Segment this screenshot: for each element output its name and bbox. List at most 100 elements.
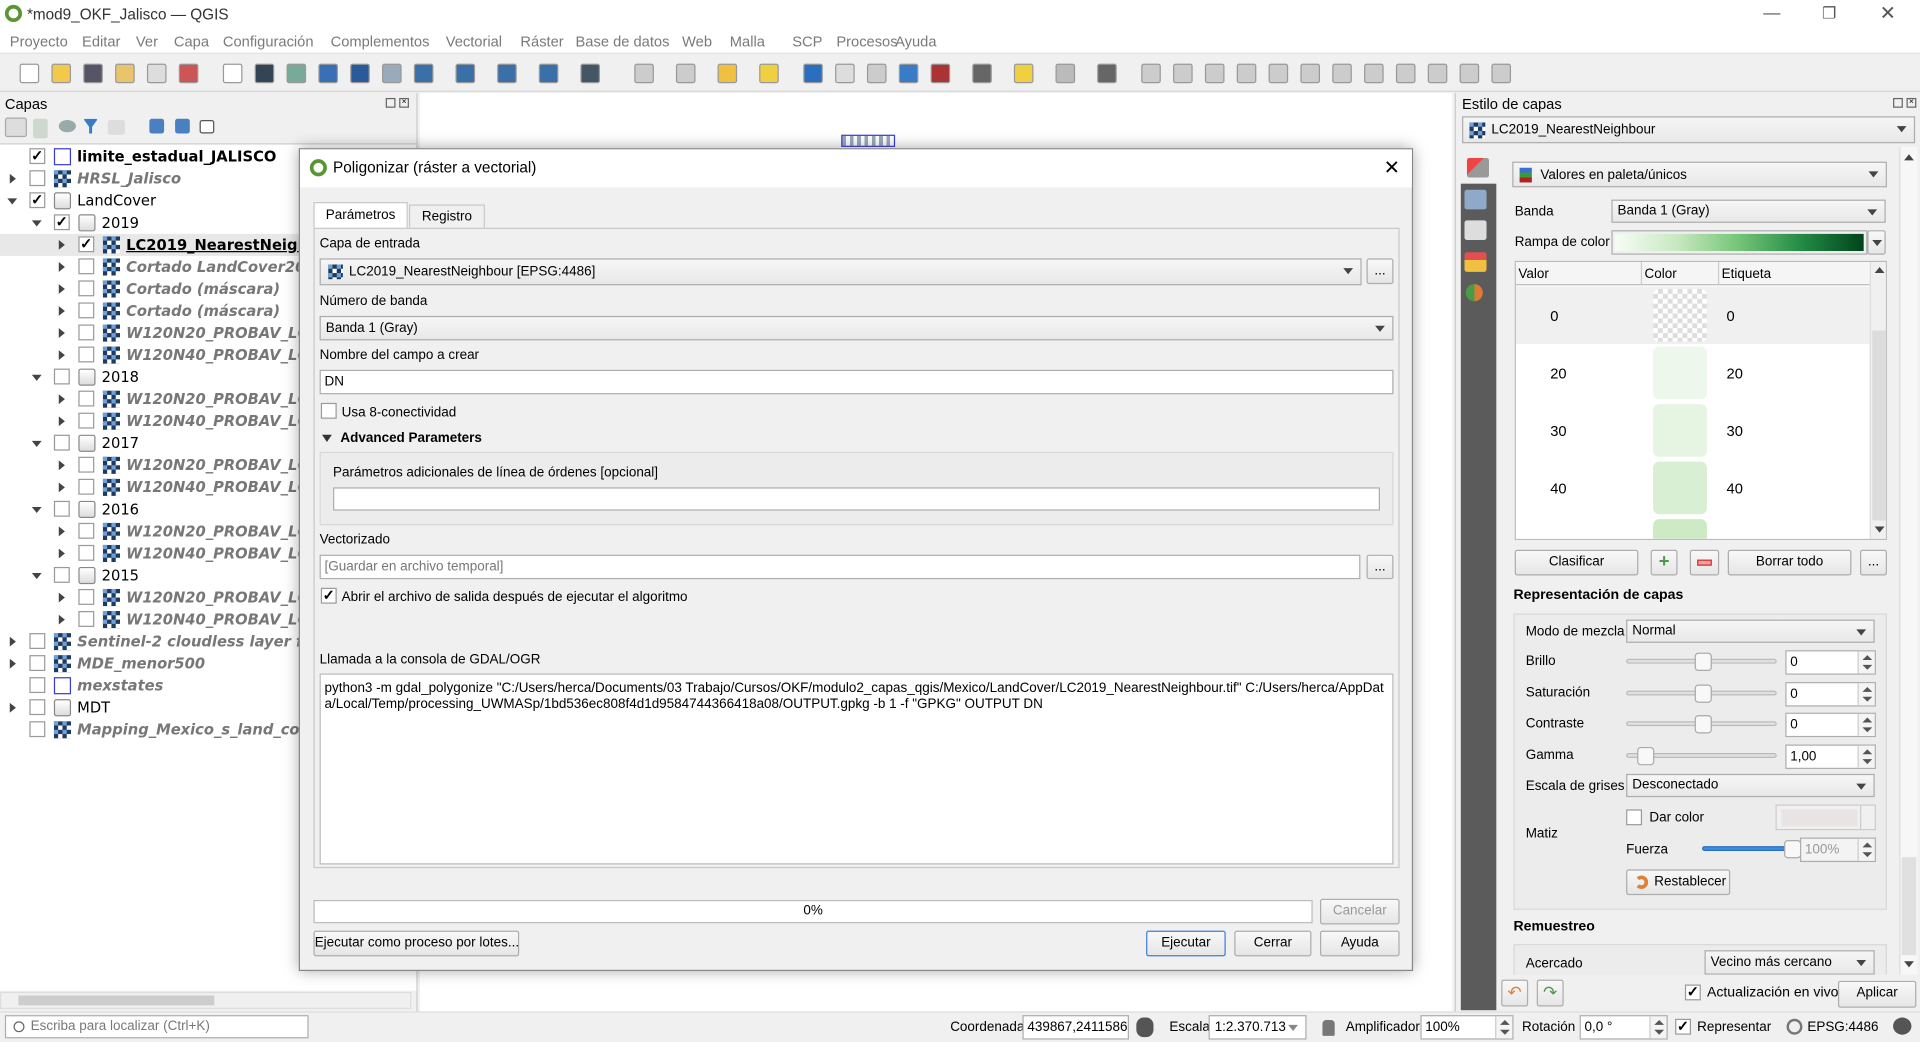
palette-table-scrollbar[interactable] [1869, 262, 1886, 539]
table-icon[interactable] [835, 63, 855, 84]
delete-icon[interactable] [1332, 63, 1352, 84]
layer-visibility-checkbox[interactable]: ✓ [78, 236, 95, 253]
histogram-icon[interactable] [1464, 220, 1487, 241]
apply-button[interactable]: Aplicar [1837, 980, 1917, 1008]
redo-icon[interactable] [1491, 63, 1512, 84]
new-project-icon[interactable] [19, 63, 40, 84]
layer-visibility-checkbox[interactable] [78, 280, 95, 297]
palette-color-swatch[interactable] [1653, 461, 1707, 515]
remove-value-button[interactable] [1689, 549, 1720, 576]
add-value-button[interactable]: + [1650, 549, 1678, 576]
palette-color-swatch[interactable] [1653, 346, 1707, 400]
pencil-icon[interactable] [1173, 63, 1193, 84]
new-raster-layer-icon[interactable] [254, 63, 275, 84]
layer-visibility-checkbox[interactable] [78, 258, 95, 275]
identify-icon[interactable] [803, 63, 823, 84]
blend-mode-combo[interactable]: Normal [1626, 619, 1875, 643]
cut-icon[interactable] [1364, 63, 1384, 84]
undo-icon[interactable] [1459, 63, 1480, 84]
brightness-slider[interactable] [1626, 652, 1777, 672]
collapse-arrow-icon[interactable] [31, 440, 42, 447]
contrast-slider[interactable] [1626, 715, 1777, 734]
palette-color-swatch[interactable] [1653, 404, 1707, 457]
mouse-coordinate-toggle-icon[interactable] [1136, 1017, 1154, 1038]
layer-visibility-checkbox[interactable] [29, 677, 46, 694]
crs-globe-icon[interactable] [1786, 1018, 1803, 1035]
colorize-color-button[interactable] [1775, 804, 1876, 831]
live-update-checkbox[interactable]: ✓ [1684, 984, 1701, 1001]
run-button[interactable]: Ejecutar [1146, 930, 1226, 957]
expand-all-icon[interactable] [149, 118, 165, 134]
raster-calc-icon[interactable] [580, 63, 601, 84]
open-output-checkbox[interactable]: ✓ [320, 587, 337, 604]
color-ramp-dropdown[interactable] [1867, 230, 1886, 255]
menu-2[interactable]: Ver [136, 33, 158, 50]
contrast-spinbox[interactable]: 0 [1785, 712, 1876, 738]
add-feature-icon[interactable] [1236, 63, 1257, 84]
digitize-icon[interactable] [350, 63, 370, 84]
layer-visibility-checkbox[interactable]: ✓ [53, 214, 70, 231]
layer-styling-icon[interactable] [4, 117, 27, 138]
output-browse-button[interactable]: ... [1366, 554, 1394, 580]
collapse-arrow-icon[interactable] [31, 374, 42, 381]
input-layer-combo[interactable]: LC2019_NearestNeighbour [EPSG:4486] [319, 258, 1362, 286]
tab-parametros[interactable]: Parámetros [313, 202, 408, 229]
expand-arrow-icon[interactable] [9, 173, 16, 184]
copy-icon[interactable] [1395, 63, 1416, 84]
gamma-spinbox[interactable]: 1,00 [1785, 743, 1876, 769]
palette-row[interactable]: 20 20 [1515, 344, 1870, 402]
expand-arrow-icon[interactable] [58, 328, 65, 338]
help-button[interactable]: Ayuda [1320, 930, 1400, 957]
band-number-combo[interactable]: Banda 1 (Gray) [319, 315, 1394, 341]
layer-visibility-checkbox[interactable] [78, 588, 95, 605]
move-feature-icon[interactable] [1268, 63, 1289, 84]
layer-visibility-checkbox[interactable] [78, 390, 95, 407]
layer-visibility-checkbox[interactable] [53, 434, 70, 451]
collapse-arrow-icon[interactable] [31, 220, 42, 227]
palette-row[interactable]: 30 30 [1515, 401, 1870, 460]
expand-arrow-icon[interactable] [58, 548, 65, 559]
restore-button[interactable]: ❐ [1822, 4, 1836, 24]
expand-arrow-icon[interactable] [58, 262, 65, 272]
close-button[interactable]: Cerrar [1234, 930, 1312, 957]
strength-spinbox[interactable]: 100% [1800, 837, 1876, 863]
expand-arrow-icon[interactable] [58, 614, 65, 625]
layer-visibility-checkbox[interactable] [78, 456, 95, 473]
expand-arrow-icon[interactable] [58, 350, 65, 361]
layer-visibility-checkbox[interactable]: ✓ [29, 192, 46, 209]
classify-button[interactable]: Clasificar [1514, 549, 1639, 576]
menu-1[interactable]: Editar [82, 33, 120, 50]
slider-handle[interactable] [1694, 715, 1712, 734]
expand-arrow-icon[interactable] [58, 592, 65, 603]
extra-params-input[interactable] [333, 487, 1381, 511]
coordinate-input[interactable]: 439867,2411586 [1022, 1015, 1129, 1040]
layer-visibility-checkbox[interactable] [78, 611, 95, 627]
redo-style-button[interactable]: ↷ [1536, 979, 1564, 1007]
renderer-type-combo[interactable]: Valores en paleta/únicos [1512, 161, 1887, 188]
field-name-input[interactable]: DN [319, 369, 1394, 395]
layer-visibility-checkbox[interactable] [29, 721, 46, 738]
palette-row[interactable]: 40 40 [1515, 459, 1870, 517]
layer-visibility-checkbox[interactable] [78, 324, 95, 341]
expand-arrow-icon[interactable] [58, 240, 65, 250]
layer-selector-combo[interactable]: LC2019_NearestNeighbour [1462, 116, 1916, 144]
expand-arrow-icon[interactable] [58, 284, 65, 294]
postgis-icon[interactable] [413, 63, 434, 84]
layer-visibility-checkbox[interactable] [78, 346, 95, 363]
layer-visibility-checkbox[interactable] [29, 699, 46, 716]
render-checkbox[interactable]: ✓ [1675, 1018, 1692, 1035]
zoomed-in-combo[interactable]: Vecino más cercano [1704, 950, 1875, 975]
scale-combo[interactable]: 1:2.370.713 [1208, 1015, 1307, 1040]
sum-icon[interactable] [930, 63, 951, 84]
visibility-eye-icon[interactable] [58, 120, 76, 133]
gamma-slider[interactable] [1626, 746, 1777, 765]
strength-slider[interactable] [1702, 840, 1802, 859]
slider-handle[interactable] [1694, 683, 1712, 703]
wfs-icon[interactable] [497, 63, 517, 84]
add-delimited-text-icon[interactable] [318, 63, 338, 84]
filter-icon[interactable] [83, 118, 98, 134]
measure-icon[interactable] [972, 63, 992, 84]
remove-layer-icon[interactable] [199, 120, 215, 134]
close-window-button[interactable]: ✕ [1880, 1, 1896, 25]
locator-search-input[interactable]: Escriba para localizar (Ctrl+K) [4, 1015, 309, 1039]
